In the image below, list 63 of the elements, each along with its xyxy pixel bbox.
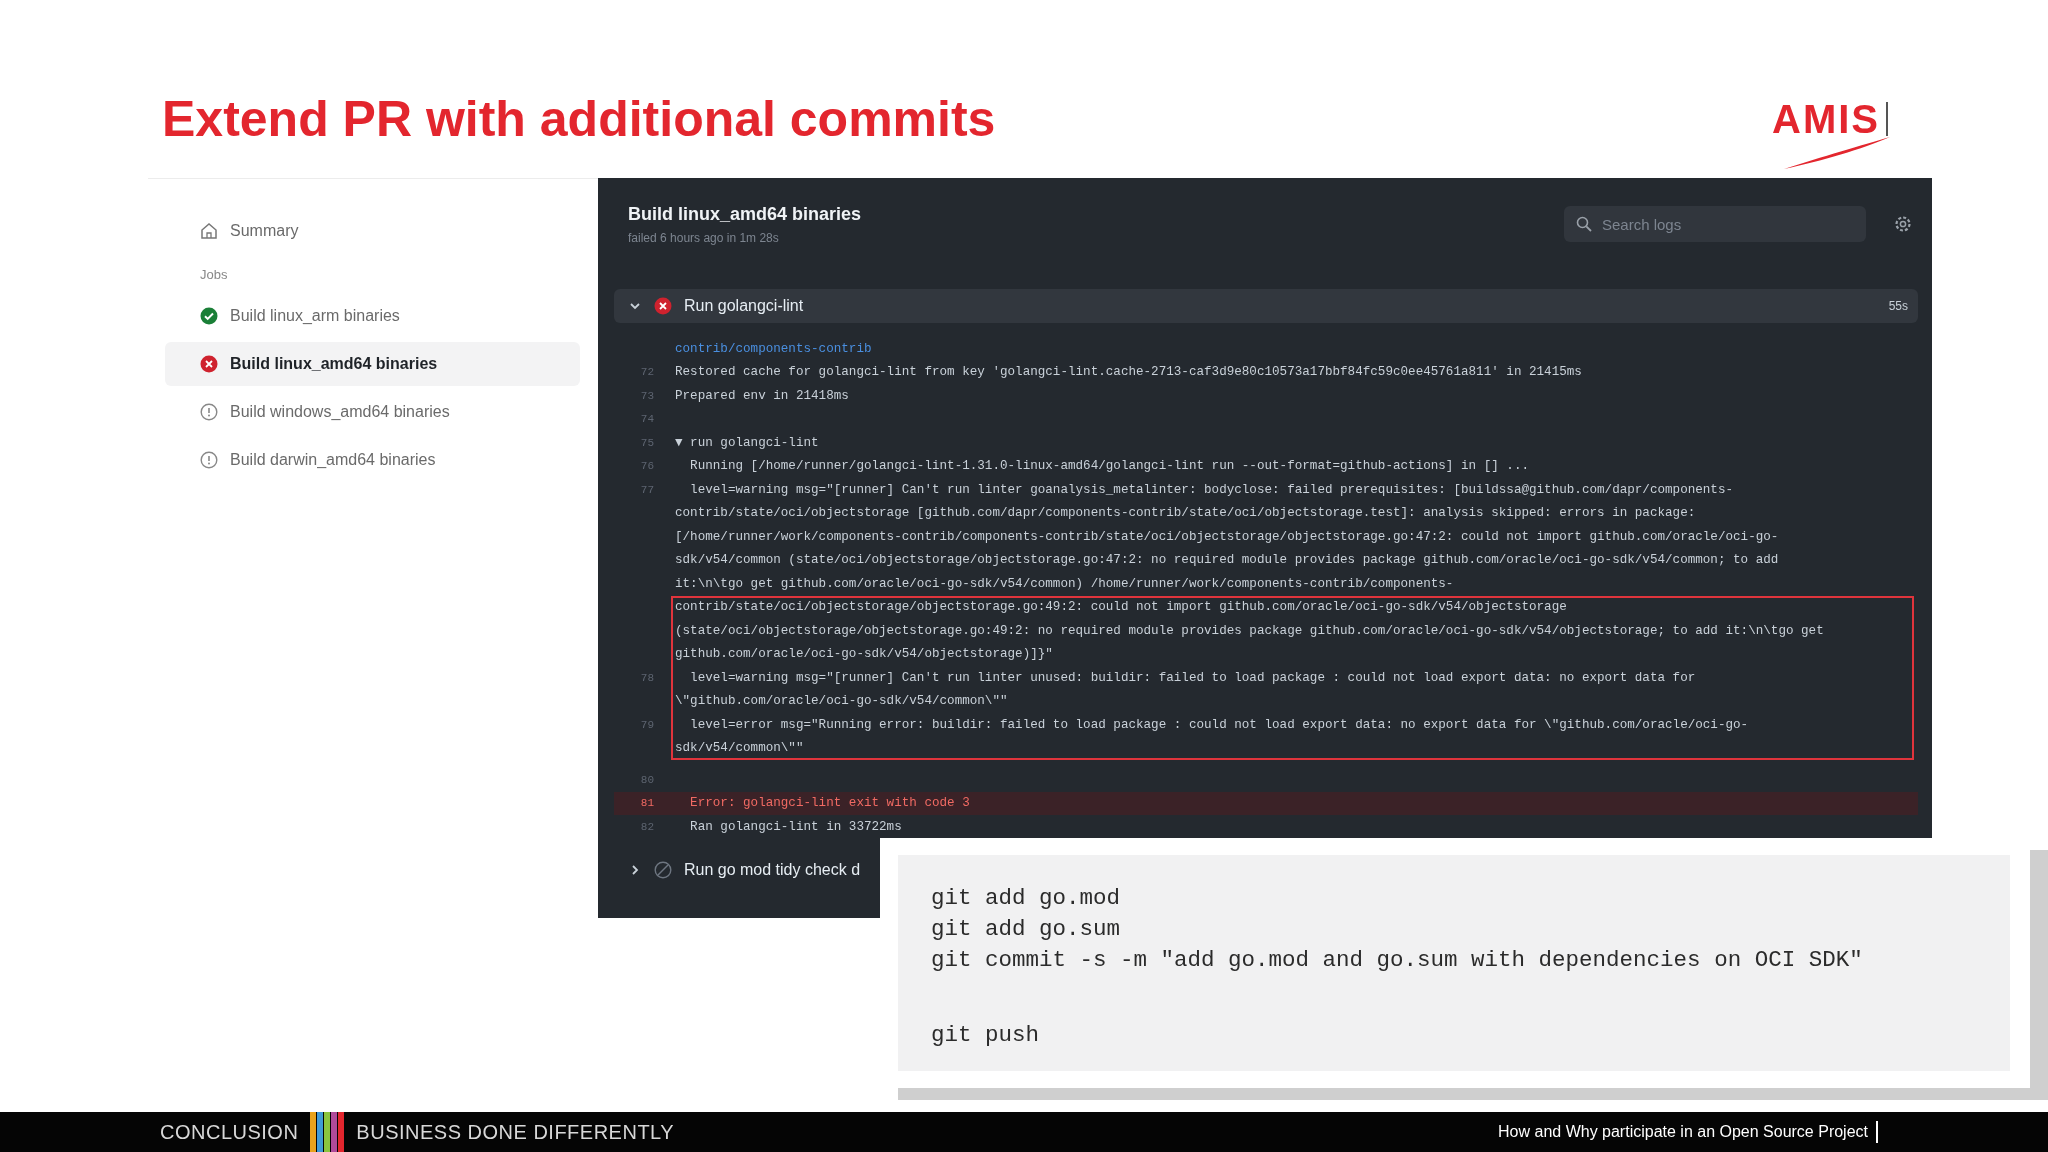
log-line: Prepared env in 21418ms	[675, 388, 849, 403]
x-circle-icon	[654, 297, 672, 315]
check-circle-icon	[200, 307, 218, 325]
color-stripes-icon	[310, 1112, 345, 1152]
line-number: 75	[639, 436, 655, 449]
job-subtitle: failed 6 hours ago in 1m 28s	[628, 231, 780, 245]
code-line: git add go.sum	[931, 915, 1122, 944]
slide-title: Extend PR with additional commits	[162, 94, 996, 144]
logo-divider	[1886, 102, 1888, 136]
search-field[interactable]: Search logs	[1564, 206, 1866, 242]
log-line: it:\n\tgo get github.com/oracle/oci-go-sdk/v54/common) /home/runner/work/components-contrib/components-	[675, 576, 1454, 591]
job-item[interactable]: Build linux_amd64 binaries	[165, 342, 580, 386]
settings-icon	[1894, 215, 1912, 233]
job-item[interactable]: Build windows_amd64 binaries	[165, 390, 580, 434]
job-item[interactable]: Build linux_arm binaries	[165, 294, 580, 338]
log-line: Running [/home/runner/golangci-lint-1.31.0-linux-amd64/golangci-lint run --out-format=github-actions] in [] ...	[689, 459, 1529, 474]
presentation-title: How and Why participate in an Open Source Project	[1498, 1123, 1868, 1141]
log-line: (state/oci/objectstorage/objectstorage.go:49:2: no required module provides package github.com/oracle/oci-go-sdk/v54/objectstorage; to add it:\n\tgo get	[675, 623, 1824, 638]
job-item[interactable]: Build darwin_amd64 binaries	[165, 438, 580, 482]
exclamation-circle-icon	[200, 403, 218, 421]
x-circle-icon	[200, 355, 218, 373]
search-icon	[1576, 216, 1592, 232]
line-number: 74	[639, 413, 655, 426]
jobs-heading: Jobs	[199, 267, 229, 282]
log-line: level=error msg="Running error: buildir: failed to load package : could not load export data: no export data for \"github.com/oracle/oci-go-	[689, 717, 1749, 732]
summary-link[interactable]: Summary	[165, 209, 580, 253]
code-line: git add go.mod	[931, 884, 1122, 913]
exclamation-circle-icon	[200, 451, 218, 469]
section-label: CONCLUSION	[160, 1120, 299, 1144]
line-number: 77	[639, 483, 655, 496]
home-icon	[200, 222, 218, 240]
skipped-circle-icon	[654, 860, 672, 879]
log-link[interactable]: contrib/components-contrib	[675, 341, 872, 356]
line-number: 79	[639, 718, 655, 731]
line-number: 82	[639, 820, 655, 833]
log-line: Ran golangci-lint in 33722ms	[689, 819, 902, 834]
log-line: \"github.com/oracle/oci-go-sdk/v54/common\""	[675, 694, 1008, 709]
log-line: sdk/v54/common (state/oci/objectstorage/objectstorage.go:47:2: no required module provides package github.com/oracle/oci-go-sdk/v54/common; to add	[675, 553, 1779, 568]
log-line: sdk/v54/common\""	[675, 741, 804, 756]
caption-divider	[1876, 1121, 1878, 1143]
tagline: BUSINESS DONE DIFFERENTLY	[356, 1120, 675, 1144]
line-number: 80	[639, 773, 655, 786]
log-line: contrib/state/oci/objectstorage [github.com/dapr/components-contrib/state/oci/objectstorage.test]: analysis skipped: errors in package:	[675, 506, 1696, 521]
line-number: 73	[639, 389, 655, 402]
job-title: Build linux_amd64 binaries	[628, 204, 863, 225]
log-line: [/home/runner/work/components-contrib/components-contrib/state/oci/objectstorage/objectstorage.go:47:2: could not import github.com/oracle/oci-go-	[675, 529, 1779, 544]
log-line: ▼ run golangci-lint	[675, 435, 819, 450]
step-duration: 55s	[1888, 299, 1908, 313]
log-line: Restored cache for golangci-lint from key 'golangci-lint.cache-2713-caf3d9e80c10573a17bbf84fc59c0ee45761a811' in 21415ms	[675, 365, 1582, 380]
code-line: git commit -s -m "add go.mod and go.sum with dependencies on OCI SDK"	[931, 946, 1864, 975]
step-header[interactable]: Run go mod tidy check d	[614, 852, 871, 887]
log-line: contrib/state/oci/objectstorage/objectstorage.go:49:2: could not import github.com/oracle/oci-go-sdk/v54/objectstorage	[675, 600, 1567, 615]
line-number: 72	[639, 366, 655, 379]
log-line: level=warning msg="[runner] Can't run linter unused: buildir: failed to load package : could not load export data: no export data for	[689, 670, 1696, 685]
log-line: github.com/oracle/oci-go-sdk/v54/objectstorage)]}"	[675, 647, 1053, 662]
step-header[interactable]: Run golangci-lint 55s	[614, 289, 1918, 323]
line-number: 76	[639, 460, 655, 473]
log-line: Error: golangci-lint exit with code 3	[689, 796, 970, 811]
logo-text: AMIS	[1772, 96, 1880, 142]
code-line: git push	[931, 1021, 1041, 1050]
log-line: level=warning msg="[runner] Can't run linter goanalysis_metalinter: bodyclose: failed prerequisites: [buildssa@github.com/dapr/components-	[689, 482, 1734, 497]
line-number: 81	[639, 797, 655, 810]
line-number: 78	[639, 671, 655, 684]
